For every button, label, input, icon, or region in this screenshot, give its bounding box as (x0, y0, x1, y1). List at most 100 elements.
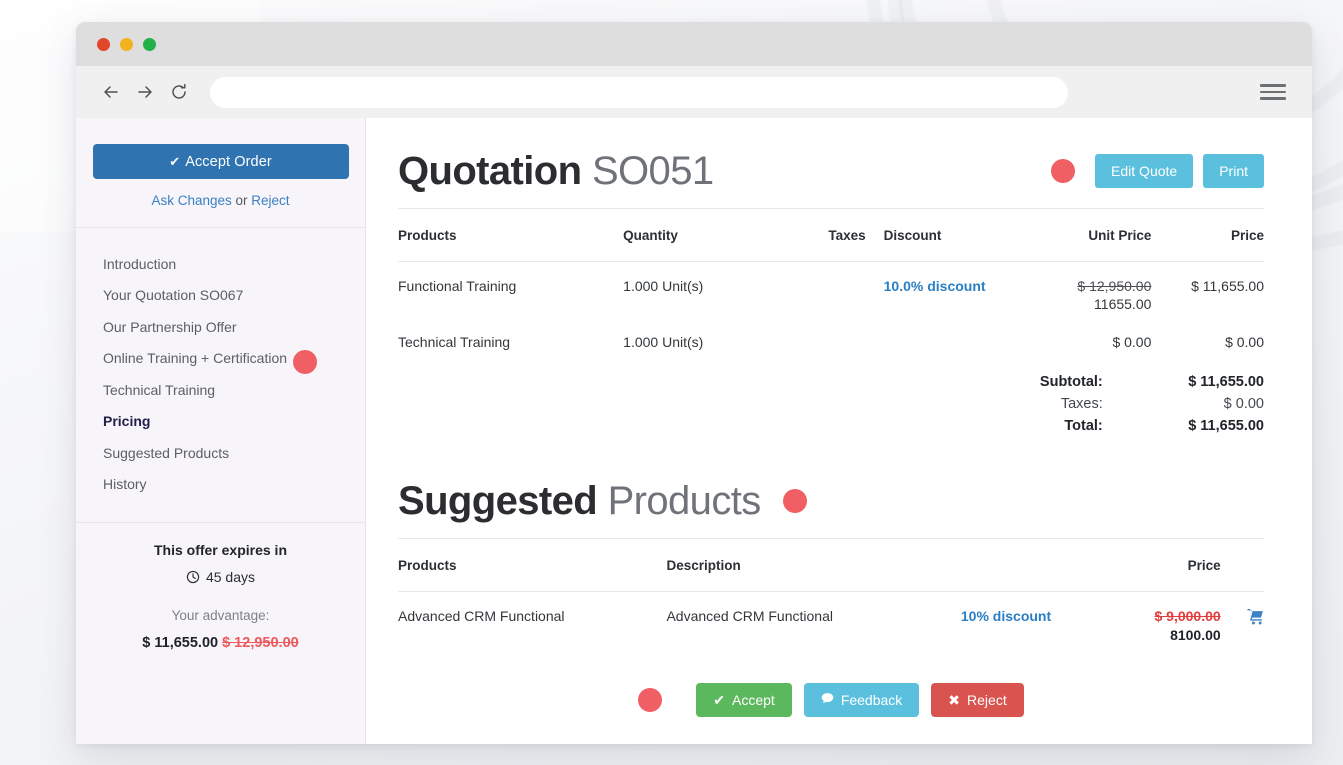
sugg-price-old: $ 9,000.00 (1154, 608, 1221, 624)
sidebar-nav: Introduction Your Quotation SO067 Our Pa… (76, 228, 365, 500)
check-icon: ✔ (169, 153, 181, 169)
check-icon: ✔ (713, 691, 725, 708)
reject-button-label: Reject (967, 692, 1007, 708)
sugg-discount-cell: 10% discount (961, 592, 1082, 644)
row-quantity: 1.000 Unit(s) (623, 278, 704, 294)
shopping-cart-icon[interactable] (1247, 609, 1264, 628)
clock-icon (186, 570, 200, 584)
totals-row-subtotal: Subtotal: $ 11,655.00 (398, 368, 1264, 390)
totals-row-total: Total: $ 11,655.00 (398, 412, 1264, 434)
sidebar-item-pricing[interactable]: Pricing (76, 406, 365, 438)
sidebar-item-suggested-products[interactable]: Suggested Products (76, 437, 365, 469)
print-button[interactable]: Print (1203, 154, 1264, 188)
sidebar-item-partnership-offer[interactable]: Our Partnership Offer (76, 311, 365, 343)
sugg-product: Advanced CRM Functional (398, 608, 565, 624)
main-content: Quotation SO051 Edit Quote Print Product… (366, 118, 1312, 744)
row-taxes (770, 312, 865, 350)
sidebar: ✔ Accept Order Ask Changes or Reject Intr… (76, 118, 366, 744)
accept-button-label: Accept (732, 692, 775, 708)
suggested-products-section: Suggested Products Products Description … (398, 480, 1264, 717)
col-sugg-price: Price (1082, 539, 1221, 592)
row-taxes (770, 262, 865, 313)
hamburger-menu-icon[interactable] (1260, 84, 1286, 100)
quotation-table-header-row: Products Quantity Taxes Discount Unit Pr… (398, 209, 1264, 262)
sidebar-item-online-training[interactable]: Online Training + Certification (76, 343, 365, 375)
col-quantity: Quantity (623, 209, 771, 262)
row-product: Technical Training (398, 334, 511, 350)
edit-quote-button[interactable]: Edit Quote (1095, 154, 1194, 188)
expiry-days-label: 45 days (205, 569, 256, 585)
sidebar-item-history[interactable]: History (76, 469, 365, 501)
advantage-values: $ 11,655.00 $ 12,950.00 (76, 635, 365, 651)
reject-button[interactable]: ✖ Reject (931, 683, 1024, 717)
accept-order-button[interactable]: ✔ Accept Order (92, 144, 349, 179)
browser-toolbar (76, 66, 1312, 118)
sidebar-item-technical-training[interactable]: Technical Training (76, 374, 365, 406)
feedback-button-label: Feedback (840, 692, 903, 708)
advantage-new-price: $ 11,655.00 (142, 635, 219, 651)
reload-icon[interactable] (162, 75, 196, 109)
page-title: Quotation SO051 (398, 150, 714, 192)
unit-price-new: 11655.00 (1094, 296, 1152, 312)
total-label: Total: (1064, 418, 1103, 434)
advantage-label: Your advantage: (171, 608, 270, 623)
row-price: $ 11,655.00 (1191, 278, 1264, 294)
reject-link[interactable]: Reject (251, 193, 289, 208)
add-to-cart-cell[interactable] (1221, 592, 1264, 644)
close-icon: ✖ (948, 691, 961, 708)
suggested-table: Products Description Price Advanced CRM … (398, 539, 1264, 643)
page-title-light: SO051 (591, 149, 714, 193)
suggested-title-bold: Suggested (398, 479, 598, 523)
arrow-right-icon[interactable] (128, 75, 162, 109)
accept-button[interactable]: ✔ Accept (696, 683, 792, 717)
row-unit-price: $ 0.00 (1112, 334, 1152, 350)
totals-row-taxes: Taxes: $ 0.00 (398, 390, 1264, 412)
ask-changes-link[interactable]: Ask Changes (151, 193, 231, 208)
maximize-window-icon[interactable] (143, 37, 156, 51)
row-discount (866, 312, 1022, 350)
page-title-bold: Quotation (398, 149, 582, 193)
sidebar-item-label: Online Training + Certification (103, 350, 288, 367)
suggested-header: Suggested Products (398, 480, 1264, 538)
col-price: Price (1151, 209, 1264, 262)
sidebar-item-introduction[interactable]: Introduction (76, 248, 365, 280)
sidebar-item-label: Your Quotation SO067 (103, 287, 244, 304)
table-row: Technical Training 1.000 Unit(s) $ 0.00 … (398, 312, 1264, 350)
totals-table: Subtotal: $ 11,655.00 Taxes: $ 0.00 Tota… (398, 368, 1264, 434)
arrow-left-icon[interactable] (94, 75, 128, 109)
or-label: or (235, 193, 248, 208)
col-discount: Discount (865, 209, 1022, 262)
row-product: Functional Training (398, 278, 517, 294)
sidebar-item-your-quotation[interactable]: Your Quotation SO067 (76, 280, 365, 312)
sugg-discount-label[interactable]: 10% discount (961, 608, 1051, 624)
sidebar-item-label: Introduction (103, 255, 177, 272)
quotation-actions: Edit Quote Print (1051, 154, 1264, 188)
close-window-icon[interactable] (97, 37, 110, 51)
sidebar-item-label: Our Partnership Offer (103, 318, 237, 335)
table-row: Functional Training 1.000 Unit(s) 10.0% … (398, 262, 1264, 313)
discount-label[interactable]: 10.0% discount (884, 278, 986, 294)
row-unit-price: $ 12,950.00 11655.00 (1022, 262, 1152, 312)
sidebar-item-label: Technical Training (103, 381, 216, 398)
sugg-description: Advanced CRM Functional (666, 608, 833, 624)
suggested-title-light: Products (607, 479, 762, 523)
row-quantity: 1.000 Unit(s) (623, 334, 704, 350)
total-value: $ 11,655.00 (1188, 418, 1264, 434)
col-sugg-products: Products (398, 539, 667, 592)
unit-price-old: $ 12,950.00 (1077, 278, 1152, 294)
sugg-price-cell: $ 9,000.00 8100.00 (1082, 592, 1221, 643)
sidebar-item-label: History (103, 476, 147, 493)
expiry-days-row: 45 days (76, 569, 365, 585)
browser-window: ✔ Accept Order Ask Changes or Reject Intr… (76, 22, 1312, 744)
address-bar[interactable] (210, 76, 1068, 108)
sidebar-item-label: Pricing (103, 413, 151, 430)
subtotal-value: $ 11,655.00 (1188, 374, 1264, 390)
sidebar-item-label: Suggested Products (103, 444, 230, 461)
minimize-window-icon[interactable] (120, 37, 133, 51)
taxes-label: Taxes: (1060, 396, 1103, 412)
col-unit-price: Unit Price (1021, 209, 1152, 262)
feedback-button[interactable]: Feedback (803, 683, 920, 717)
col-taxes: Taxes (770, 209, 866, 262)
advantage-old-price: $ 12,950.00 (222, 635, 299, 651)
col-products: Products (398, 209, 624, 262)
